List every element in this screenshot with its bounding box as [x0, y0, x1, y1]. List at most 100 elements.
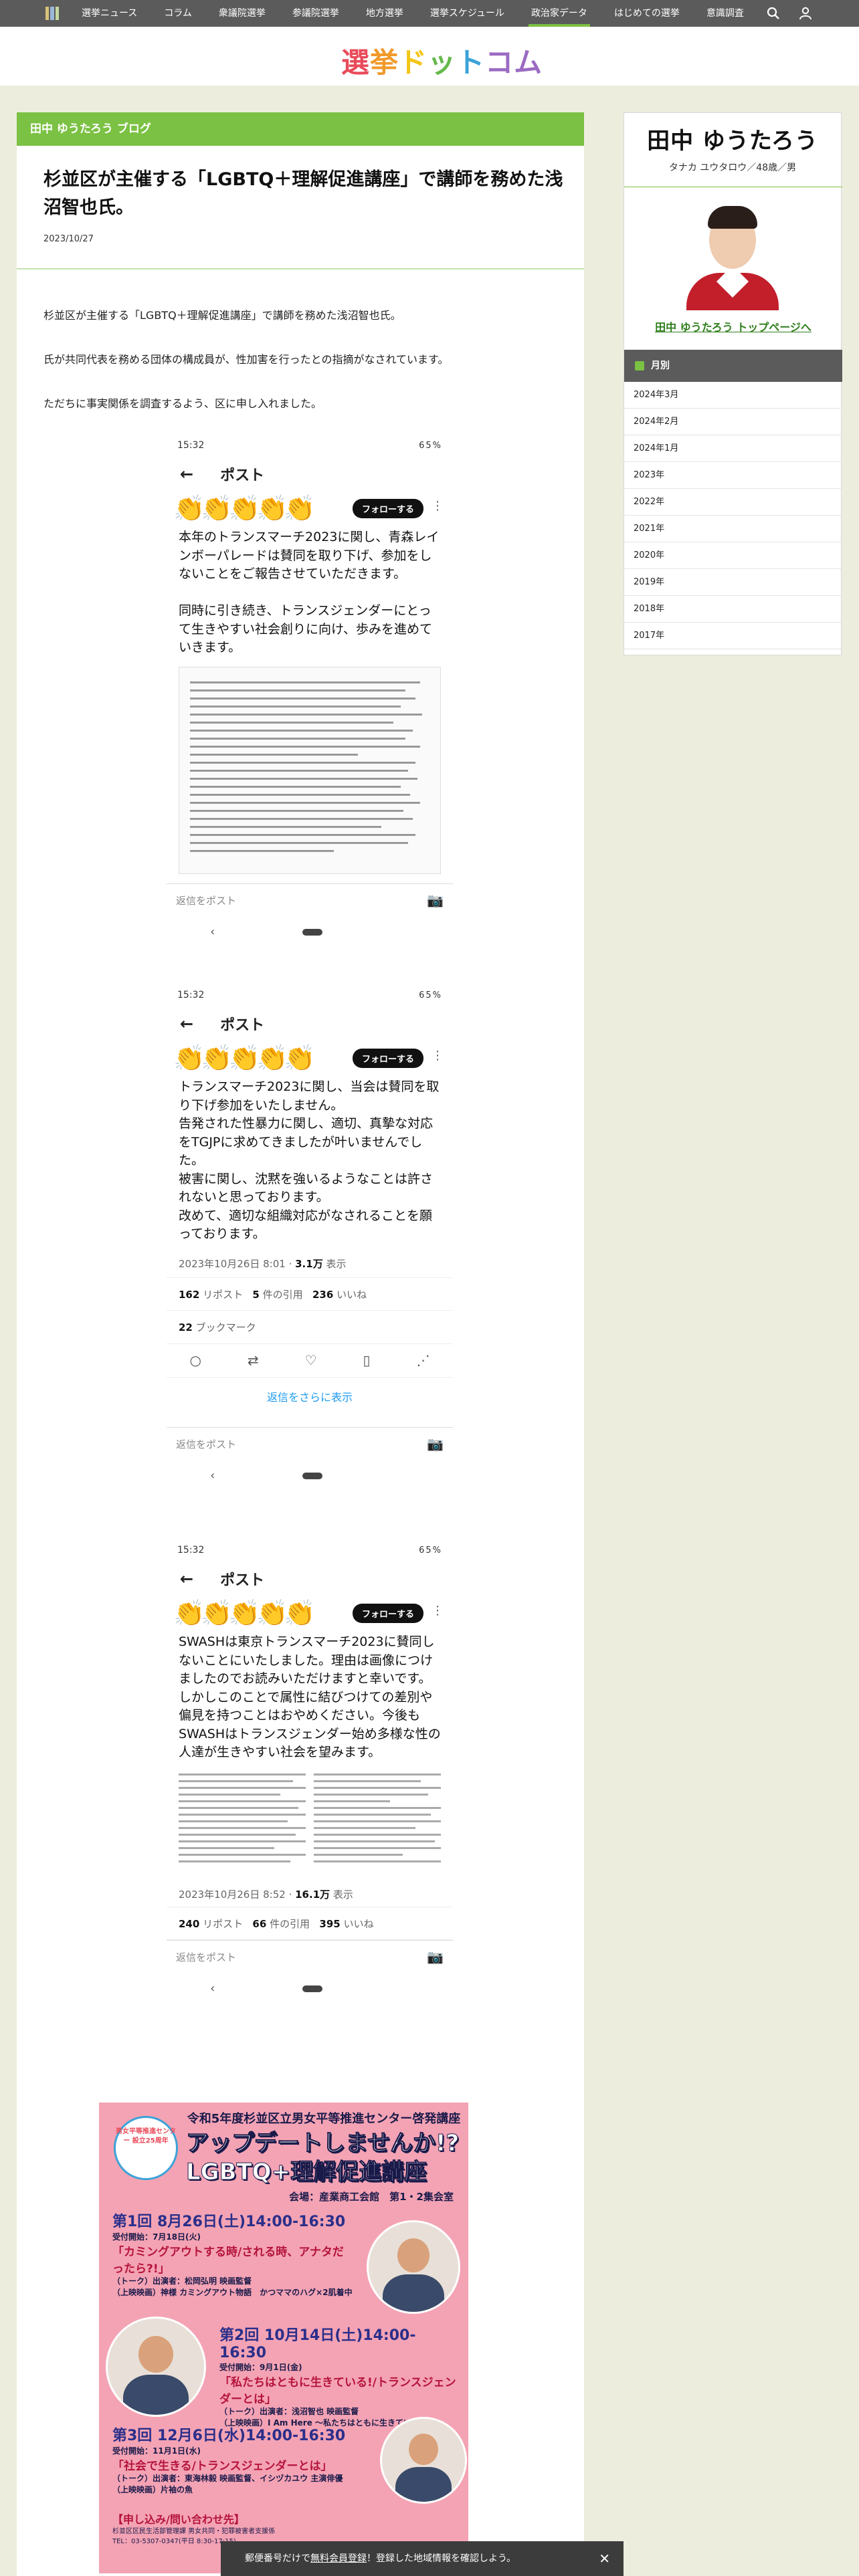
archive-item[interactable]: 2019年	[624, 569, 842, 596]
engagement-stats: 240 リポスト 66 件の引用 395 いいね	[167, 1906, 453, 1940]
candidate-kana: タナカ ユウタロウ／48歳／男	[668, 163, 797, 173]
reply-icon[interactable]: ○	[189, 1352, 201, 1368]
like-label: いいね	[343, 1917, 374, 1930]
clapping-hands-avatar-icon: 👏👏👏👏👏	[173, 1598, 316, 1628]
nav-first-election[interactable]: はじめての選挙	[614, 0, 680, 27]
back-arrow-icon[interactable]: ←	[180, 465, 193, 484]
follow-button[interactable]: フォローする	[352, 1049, 423, 1068]
flyer-headline-line2: LGBTQ+理解促進講座	[185, 2158, 427, 2185]
clapping-hands-avatar-icon: 👏👏👏👏👏	[173, 1043, 316, 1073]
back-arrow-icon[interactable]: ←	[180, 1570, 193, 1588]
more-options-icon[interactable]: ⋮	[432, 1604, 444, 1618]
post-paragraph: 杉並区が主催する「LGBTQ＋理解促進講座」で講師を務めた浅沼智也氏。	[43, 309, 401, 322]
post-date: 2023/10/27	[43, 234, 94, 244]
bookmark-icon[interactable]: ▯	[363, 1352, 370, 1368]
status-battery: 65%	[419, 440, 442, 451]
reply-bar[interactable]: 返信をポスト 📷	[167, 883, 453, 917]
like-count: 395	[319, 1917, 341, 1930]
reply-input[interactable]: 返信をポスト	[176, 1950, 236, 1964]
quote-count: 5	[252, 1288, 260, 1301]
like-icon[interactable]: ♡	[305, 1352, 317, 1368]
flyer-organizer: 令和5年度杉並区立男女平等推進センター啓発講座	[187, 2112, 461, 2126]
nav-schedule[interactable]: 選挙スケジュール	[430, 0, 504, 27]
camera-icon[interactable]: 📷	[427, 1949, 444, 1965]
screenshot-post-2: 15:32 65% ← ポスト 👏👏👏👏👏 フォローする ⋮ トランスマーチ202…	[167, 983, 453, 1518]
back-chevron-icon[interactable]: ‹	[210, 1469, 215, 1483]
home-pill-icon[interactable]	[302, 1472, 322, 1479]
user-row: 👏👏👏👏👏 フォローする ⋮	[167, 491, 453, 528]
engagement-stats: 162 リポスト 5 件の引用 236 いいね	[167, 1277, 453, 1311]
like-count: 236	[312, 1288, 334, 1301]
blog-owner-bar[interactable]: 田中 ゆうたろう ブログ	[17, 112, 584, 146]
status-time: 15:32	[177, 440, 205, 451]
back-chevron-icon[interactable]: ‹	[210, 925, 215, 939]
more-options-icon[interactable]: ⋮	[432, 499, 444, 513]
site-logo[interactable]: 選挙ドットコム	[341, 40, 543, 81]
archive-item[interactable]: 2022年	[624, 489, 842, 516]
session-1: 第1回 8月26日(土)14:00-16:30 受付開始：7月18日(火) 「カ…	[112, 2210, 353, 2299]
archive-item[interactable]: 2023年	[624, 462, 842, 489]
post-timestamp: 2023年10月26日 8:52	[179, 1888, 286, 1901]
site-home-icon[interactable]	[45, 7, 59, 20]
show-more-replies-link[interactable]: 返信をさらに表示	[167, 1378, 453, 1418]
follow-button[interactable]: フォローする	[352, 1604, 423, 1623]
nav-upper-house[interactable]: 参議院選挙	[292, 0, 339, 27]
reply-bar[interactable]: 返信をポスト 📷	[167, 1426, 453, 1461]
status-bar: 15:32 65%	[167, 1538, 453, 1562]
back-chevron-icon[interactable]: ‹	[210, 1981, 215, 1996]
speaker-portrait-1	[367, 2220, 460, 2314]
post-meta: 2023年10月26日 8:52 · 16.1万 表示	[179, 1888, 353, 1901]
archive-item[interactable]: 2024年2月	[624, 409, 842, 435]
divider	[17, 268, 584, 270]
monthly-archive-label: 月別	[651, 360, 670, 371]
search-icon[interactable]	[767, 7, 780, 20]
nav-local[interactable]: 地方選挙	[366, 0, 403, 27]
home-pill-icon[interactable]	[302, 928, 322, 936]
repost-icon[interactable]: ⇄	[248, 1352, 259, 1368]
back-arrow-icon[interactable]: ←	[180, 1014, 193, 1033]
candidate-photo-section: 田中 ゆうたろう トップページへ	[624, 187, 842, 334]
session-accept: 受付開始：11月1日(水)	[112, 2446, 201, 2456]
session-heading: 第1回 8月26日(土)14:00-16:30	[112, 2214, 346, 2230]
more-options-icon[interactable]: ⋮	[432, 1049, 444, 1063]
repost-count: 162	[179, 1288, 200, 1301]
share-icon[interactable]: ⋰	[416, 1352, 430, 1368]
home-pill-icon[interactable]	[302, 1985, 322, 1992]
archive-item[interactable]: 2024年1月	[624, 435, 842, 462]
site-header: 選挙ドットコム	[0, 27, 859, 86]
attached-document-image[interactable]	[179, 666, 441, 874]
speaker-portrait-3	[380, 2417, 467, 2504]
archive-item[interactable]: 2021年	[624, 516, 842, 542]
candidate-top-page-link[interactable]: 田中 ゆうたろう トップページへ	[624, 318, 842, 334]
nav-survey[interactable]: 意識調査	[706, 0, 744, 27]
nav-lower-house[interactable]: 衆議院選挙	[219, 0, 266, 27]
flyer-venue: 会場：産業商工会館 第1・2集会室	[289, 2191, 454, 2203]
nav-column[interactable]: コラム	[164, 0, 192, 27]
camera-icon[interactable]: 📷	[427, 1436, 444, 1452]
monthly-archive-list: 2024年3月 2024年2月 2024年1月 2023年 2022年 2021…	[624, 382, 842, 649]
camera-icon[interactable]: 📷	[427, 892, 444, 908]
post-header: ← ポスト	[167, 1007, 453, 1041]
session-heading: 第2回 10月14日(土)14:00-16:30	[219, 2327, 416, 2361]
user-row: 👏👏👏👏👏 フォローする ⋮	[167, 1596, 453, 1633]
reply-input[interactable]: 返信をポスト	[176, 1437, 236, 1451]
reply-bar[interactable]: 返信をポスト 📷	[167, 1939, 453, 1973]
post-timestamp: 2023年10月26日 8:01	[179, 1257, 286, 1270]
bookmark-stats: 22 ブックマーク	[167, 1311, 453, 1344]
repost-label: リポスト	[203, 1288, 244, 1301]
user-icon[interactable]	[799, 7, 812, 20]
lgbtq-lecture-flyer[interactable]: 男女平等推進センター 設立25周年 令和5年度杉並区立男女平等推進センター啓発講…	[96, 2100, 471, 2576]
android-nav-bar: ‹	[167, 1973, 453, 2004]
archive-item[interactable]: 2024年3月	[624, 382, 842, 409]
archive-item[interactable]: 2018年	[624, 596, 842, 623]
free-registration-link[interactable]: 無料会員登録	[310, 2553, 367, 2564]
nav-politician-data[interactable]: 政治家データ	[528, 0, 590, 27]
close-icon[interactable]: ✕	[599, 2541, 610, 2576]
nav-news[interactable]: 選挙ニュース	[82, 0, 137, 27]
archive-item[interactable]: 2017年	[624, 623, 842, 649]
reply-input[interactable]: 返信をポスト	[176, 893, 236, 907]
session-title: 「私たちはともに生きている!/トランスジェンダーとは」	[219, 2376, 456, 2406]
follow-button[interactable]: フォローする	[352, 499, 423, 518]
attached-statement-image[interactable]	[179, 1769, 441, 1876]
archive-item[interactable]: 2020年	[624, 542, 842, 569]
